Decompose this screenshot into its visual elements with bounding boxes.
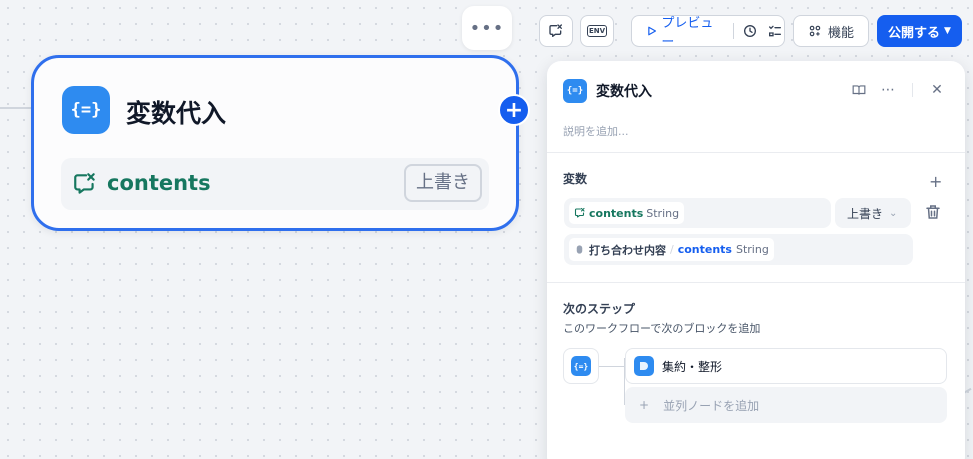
step-connector [599,366,624,367]
next-node-item[interactable]: 集約・整形 [625,348,947,384]
book-icon[interactable] [849,80,869,100]
header-divider [912,83,913,97]
node-more-button[interactable]: ••• [462,6,512,50]
features-label: 機能 [827,25,854,41]
add-parallel-node-button[interactable]: + 並列ノードを追加 [625,387,947,423]
assign-mode-label: 上書き [847,206,884,221]
source-node-name: 打ち合わせ内容 [589,243,666,257]
assign-target-select[interactable]: contents String [564,198,831,228]
variable-icon [574,207,585,218]
divider [547,152,965,153]
features-button[interactable]: 機能 [793,15,869,47]
plus-icon: + [639,398,650,412]
source-variable-type: String [735,243,769,256]
history-button[interactable] [742,22,759,40]
add-variable-button[interactable]: + [929,172,942,191]
variable-assign-icon: {=} [563,79,587,103]
chevron-down-icon: ▼ [944,26,951,36]
close-icon[interactable]: ✕ [927,80,947,100]
panel-title[interactable]: 変数代入 [596,81,652,101]
checklist-icon [769,25,782,37]
more-icon[interactable]: ⋯ [878,80,898,100]
next-step-title: 次のステップ [563,302,636,316]
publish-button[interactable]: 公開する ▼ [877,15,962,47]
source-variable-name: contents [677,243,732,256]
variable-assign-node[interactable]: {=} 変数代入 contents 上書き [31,55,519,231]
description-input[interactable]: 説明を追加... [563,123,629,139]
divider [547,282,965,283]
node-variable-name: contents [107,171,211,195]
chevron-down-icon: ⌄ [889,207,898,219]
node-settings-panel: {=} 変数代入 ⋯ ✕ 説明を追加... 変数 + contents Stri… [547,61,965,459]
checklist-button[interactable] [767,22,784,40]
assign-mode-select[interactable]: 上書き ⌄ [835,198,911,228]
path-separator: / [670,243,674,256]
node-mode-badge: 上書き [404,164,482,202]
variable-icon [74,173,95,194]
target-variable-type: String [646,206,680,220]
source-variable-chip: 打ち合わせ内容 / contents String [569,238,774,261]
toolbar-divider [732,23,734,39]
node-title: 変数代入 [126,99,227,128]
publish-label: 公開する [888,25,941,41]
node-output-icon [576,245,583,254]
aggregate-icon [634,356,654,376]
variables-section-title: 変数 [563,172,588,186]
assign-value-select[interactable]: 打ち合わせ内容 / contents String [564,234,913,265]
variable-inspect-button[interactable] [539,15,573,47]
preview-group: プレビュー [631,15,785,50]
next-step-subtitle: このワークフローで次のブロックを追加 [563,322,761,335]
target-variable-name: contents [589,206,644,220]
preview-label: プレビュー [661,16,714,50]
trash-icon[interactable] [924,203,942,221]
variable-assign-icon: {=} [571,356,591,376]
variable-assign-icon: {=} [62,86,110,134]
node-variable-row: contents 上書き [61,158,489,210]
variable-icon [549,24,562,37]
env-button[interactable]: ENV [580,15,614,47]
add-parallel-label: 並列ノードを追加 [663,398,760,413]
env-icon: ENV [586,25,608,37]
current-node-icon: {=} [563,348,599,384]
target-variable-chip: contents String [569,202,685,224]
history-icon [744,25,757,37]
preview-button[interactable]: プレビュー [632,16,723,50]
play-icon [648,26,657,36]
next-node-label: 集約・整形 [662,359,723,374]
features-icon [809,25,821,37]
add-node-button[interactable]: + [498,94,530,126]
